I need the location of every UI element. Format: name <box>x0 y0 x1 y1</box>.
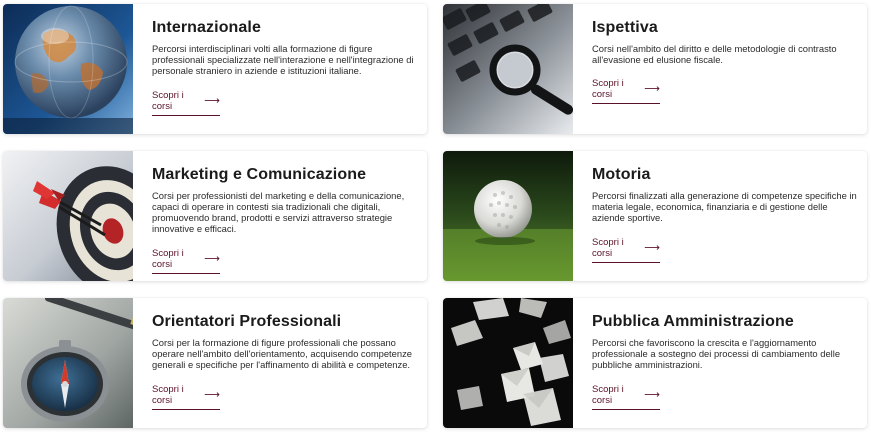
arrow-right-icon: ⟶ <box>204 252 220 265</box>
card-motoria[interactable]: Motoria Percorsi finalizzati alla genera… <box>443 151 867 281</box>
flying-papers-image <box>443 298 573 428</box>
cta-label: Scopri i corsi <box>592 78 624 100</box>
globe-image <box>3 4 133 134</box>
scopri-corsi-link[interactable]: Scopri i corsi ⟶ <box>152 248 220 274</box>
card-description: Corsi per professionisti del marketing e… <box>152 190 405 234</box>
card-title: Marketing e Comunicazione <box>152 166 367 183</box>
compass-illustration <box>3 298 133 428</box>
card-pubblica-amministrazione[interactable]: Pubblica Amministrazione Percorsi che fa… <box>443 298 867 428</box>
arrow-right-icon: ⟶ <box>204 388 220 401</box>
cta-label: Scopri i corsi <box>592 384 624 406</box>
cta-label: Scopri i corsi <box>152 384 184 406</box>
card-title: Ispettiva <box>592 19 658 36</box>
compass-image <box>3 298 133 428</box>
card-description: Percorsi finalizzati alla generazione di… <box>592 190 857 223</box>
globe-illustration <box>3 4 133 134</box>
course-category-grid: Internazionale Percorsi interdisciplinar… <box>3 4 868 430</box>
card-marketing-comunicazione[interactable]: Marketing e Comunicazione Corsi per prof… <box>3 151 427 281</box>
card-title: Pubblica Amministrazione <box>592 313 794 330</box>
golf-ball-image <box>443 151 573 281</box>
card-title: Internazionale <box>152 19 261 36</box>
scopri-corsi-link[interactable]: Scopri i corsi ⟶ <box>592 384 660 410</box>
cta-label: Scopri i corsi <box>152 90 184 112</box>
card-description: Percorsi che favoriscono la crescita e l… <box>592 337 841 370</box>
card-description: Percorsi interdisciplinari volti alla fo… <box>152 43 414 76</box>
golf-ball-illustration <box>443 151 573 281</box>
scopri-corsi-link[interactable]: Scopri i corsi ⟶ <box>592 78 660 104</box>
scopri-corsi-link[interactable]: Scopri i corsi ⟶ <box>152 384 220 410</box>
cta-label: Scopri i corsi <box>152 248 184 270</box>
card-orientatori-professionali[interactable]: Orientatori Professionali Corsi per la f… <box>3 298 427 428</box>
card-title: Motoria <box>592 166 651 183</box>
card-description: Corsi per la formazione di figure profes… <box>152 337 412 370</box>
arrow-right-icon: ⟶ <box>644 241 660 254</box>
arrow-right-icon: ⟶ <box>204 94 220 107</box>
arrow-right-icon: ⟶ <box>644 82 660 95</box>
cta-label: Scopri i corsi <box>592 237 624 259</box>
dartboard-image <box>3 151 133 281</box>
card-ispettiva[interactable]: Ispettiva Corsi nell'ambito del diritto … <box>443 4 867 134</box>
magnifier-keyboard-image <box>443 4 573 134</box>
arrow-right-icon: ⟶ <box>644 388 660 401</box>
dartboard-illustration <box>3 151 133 281</box>
magnifier-illustration <box>443 4 573 134</box>
card-internazionale[interactable]: Internazionale Percorsi interdisciplinar… <box>3 4 427 134</box>
card-title: Orientatori Professionali <box>152 313 342 330</box>
scopri-corsi-link[interactable]: Scopri i corsi ⟶ <box>592 237 660 263</box>
card-description: Corsi nell'ambito del diritto e delle me… <box>592 43 837 65</box>
flying-papers-illustration <box>443 298 573 428</box>
scopri-corsi-link[interactable]: Scopri i corsi ⟶ <box>152 90 220 116</box>
